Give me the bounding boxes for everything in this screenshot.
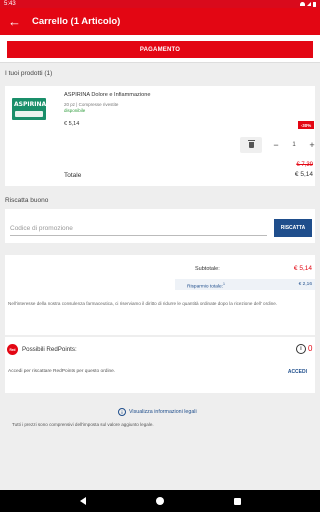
system-nav-bar — [0, 490, 320, 512]
savings-label: Risparmio totale:1 — [187, 282, 225, 290]
product-name[interactable]: ASPIRINA Dolore e Infiammazione — [64, 92, 150, 98]
vat-note: Tutti i prezzi sono comprensivi dell'imp… — [12, 422, 154, 427]
signal-icon — [307, 2, 311, 6]
product-total-label: Totale — [64, 172, 82, 179]
arrow-back-icon[interactable]: ← — [8, 15, 26, 28]
subtotal-label: Subtotale: — [195, 266, 220, 272]
quantity-notice: Nell'interesse della nostra consulenza f… — [8, 301, 278, 306]
savings-value: € 2,16 — [298, 282, 312, 287]
legal-info-label: Visualizza informazioni legali — [129, 409, 197, 415]
payment-button[interactable]: PAGAMENTO — [7, 41, 313, 58]
product-image[interactable]: ASPIRINA — [12, 98, 46, 120]
login-link[interactable]: ACCEDI — [288, 369, 307, 375]
product-total-value: € 5,14 — [294, 171, 313, 178]
redpoints-count: 0 — [308, 344, 313, 353]
nav-recents-icon[interactable] — [233, 497, 241, 505]
decrease-quantity-button[interactable]: − — [270, 140, 282, 150]
coupon-section-label: Riscatta buono — [5, 197, 49, 204]
subtotal-value: € 5,14 — [293, 265, 312, 272]
savings-row: Risparmio totale:1 € 2,16 — [175, 279, 315, 290]
savings-label-text: Risparmio totale: — [187, 284, 223, 290]
discount-badge: -30% — [298, 121, 314, 129]
coupon-card: RISCATTA — [5, 209, 315, 243]
redeem-button[interactable]: RISCATTA — [274, 219, 312, 237]
nav-back-icon[interactable] — [79, 497, 86, 505]
battery-icon — [313, 1, 316, 7]
info-circle-icon: i — [118, 408, 126, 416]
nav-home-icon[interactable] — [155, 497, 164, 505]
page-title: Carrello (1 Articolo) — [32, 16, 121, 27]
payment-bar: PAGAMENTO — [0, 35, 320, 63]
product-image-pack — [15, 111, 43, 117]
legal-info-link[interactable]: i Visualizza informazioni legali — [118, 408, 197, 416]
redpoints-logo: Red — [7, 344, 18, 355]
increase-quantity-button[interactable]: + — [306, 140, 318, 150]
product-availability: disponibile — [64, 108, 86, 113]
redpoints-title: Possibili RedPoints: — [22, 346, 77, 353]
products-section-label: I tuoi prodotti (1) — [5, 70, 53, 77]
product-description: 20 pz | Compresse rivestite — [64, 102, 119, 107]
product-card: ASPIRINA ASPIRINA Dolore e Infiammazione… — [5, 86, 315, 186]
quantity-stepper: − 1 + — [270, 137, 318, 153]
app-bar: ← Carrello (1 Articolo) — [0, 8, 320, 35]
promo-code-input[interactable] — [10, 222, 267, 236]
quantity-value: 1 — [292, 142, 296, 148]
product-price: € 5,14 — [64, 121, 80, 127]
status-bar: 5:43 — [0, 0, 320, 8]
trash-icon — [247, 140, 255, 148]
old-price: € 7,39 — [296, 162, 313, 168]
summary-card: Subtotale: € 5,14 Risparmio totale:1 € 2… — [5, 255, 315, 335]
status-icons — [300, 1, 316, 7]
redpoints-card: Red Possibili RedPoints: i 0 Accedi per … — [5, 337, 315, 393]
savings-footnote-mark: 1 — [223, 282, 225, 286]
product-image-brand: ASPIRINA — [14, 101, 47, 108]
wifi-icon — [300, 2, 305, 6]
status-time: 5:43 — [4, 1, 16, 7]
info-icon[interactable]: i — [296, 344, 306, 354]
redpoints-subtext: Accedi per riscattare RedPoints per ques… — [8, 369, 116, 374]
remove-item-button[interactable] — [240, 137, 262, 153]
